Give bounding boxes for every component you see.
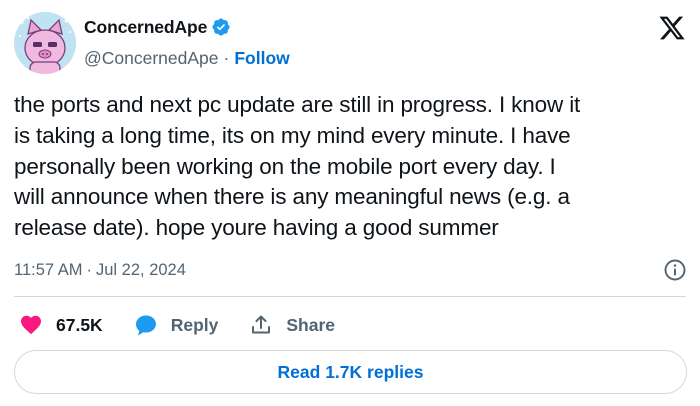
- share-button[interactable]: Share: [248, 312, 335, 338]
- share-label: Share: [286, 314, 335, 335]
- timestamp-separator: ·: [86, 260, 93, 279]
- reply-button[interactable]: Reply: [133, 312, 219, 338]
- handle-separator: ·: [223, 47, 230, 68]
- tweet-card: ConcernedApe @ConcernedApe · Follow the …: [0, 0, 700, 406]
- x-logo-icon[interactable]: [657, 14, 687, 42]
- pig-avatar-icon: [14, 12, 76, 74]
- tweet-text: the ports and next pc update are still i…: [14, 92, 581, 241]
- speech-bubble-icon: [133, 312, 159, 338]
- avatar[interactable]: [14, 12, 76, 74]
- author-display-name[interactable]: ConcernedApe: [84, 17, 207, 38]
- like-count: 67.5K: [56, 314, 103, 335]
- verified-badge-icon[interactable]: [211, 17, 231, 37]
- like-button[interactable]: 67.5K: [18, 312, 103, 338]
- author-handle[interactable]: @ConcernedApe: [84, 48, 219, 69]
- read-replies-button[interactable]: Read 1.7K replies: [14, 350, 687, 394]
- author-handle-row: @ConcernedApe · Follow: [84, 46, 290, 70]
- info-icon[interactable]: [663, 258, 687, 282]
- heart-icon: [18, 312, 44, 338]
- follow-button[interactable]: Follow: [234, 48, 289, 69]
- reply-label: Reply: [170, 314, 219, 335]
- divider: [14, 296, 686, 297]
- action-bar: 67.5K Reply Share: [18, 312, 365, 338]
- tweet-date: Jul 22, 2024: [96, 260, 186, 279]
- share-upload-icon: [248, 312, 274, 338]
- tweet-timestamp[interactable]: 11:57 AM · Jul 22, 2024: [14, 258, 186, 282]
- author-name-row: ConcernedApe: [84, 14, 231, 40]
- tweet-time: 11:57 AM: [14, 260, 83, 279]
